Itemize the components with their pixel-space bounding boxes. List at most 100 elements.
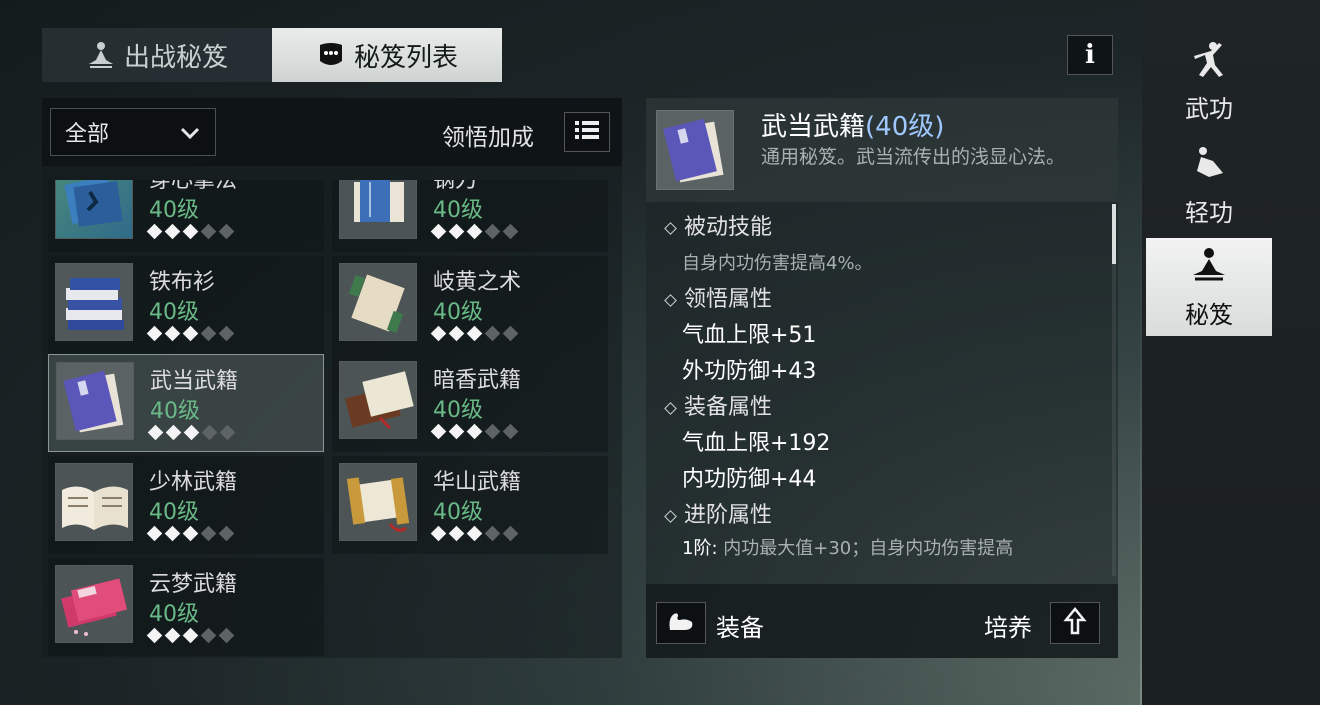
manual-level: 40级 [433,198,483,223]
book-cover-image [656,110,734,190]
star-filled-icon [183,424,200,441]
detail-attributes[interactable]: 被动技能 自身内功伤害提高4%。 领悟属性 气血上限+51 外功防御+43 装备… [646,210,1112,572]
star-rating [146,223,235,240]
star-filled-icon [182,525,199,542]
star-filled-icon [466,525,483,542]
scroll-thumb[interactable] [1112,204,1116,264]
list-icon [574,119,600,145]
section-heading: 进阶属性 [664,498,1112,534]
equip-button[interactable] [656,602,706,644]
star-rating [147,424,236,441]
manual-card[interactable]: 钢刀 40级 [332,180,608,252]
star-filled-icon [182,223,199,240]
star-filled-icon [146,325,163,342]
diamond-bullet-icon [664,401,677,415]
book-cover-image [339,180,417,239]
star-filled-icon [146,223,163,240]
detail-scrollbar[interactable] [1112,204,1116,576]
book-cover-image [56,362,134,440]
advance-line: 1阶: 内功最大值+30；自身内功伤害提高 [664,534,1112,564]
star-empty-icon [484,223,501,240]
star-empty-icon [200,525,217,542]
diamond-bullet-icon [664,509,677,523]
attribute-line: 外功防御+43 [682,359,817,384]
book-cover-image [339,361,417,439]
diamond-bullet-icon [664,221,677,235]
tab-label: 出战秘笈 [123,42,228,73]
star-filled-icon [182,325,199,342]
detail-header: 武当武籍(40级) 通用秘笈。武当流传出的浅显心法。 [646,98,1118,202]
train-label[interactable]: 培养 [984,608,1032,643]
manual-card-selected[interactable]: 武当武籍 40级 [48,354,324,452]
info-button[interactable]: i [1067,35,1113,75]
manual-card[interactable]: 岐黄之术 40级 [332,256,608,354]
star-filled-icon [448,325,465,342]
manual-card[interactable]: 云梦武籍 40级 [48,558,324,656]
star-filled-icon [466,423,483,440]
star-filled-icon [147,424,164,441]
star-empty-icon [218,627,235,644]
nav-label: 武功 [1185,94,1233,123]
meditation-icon [86,40,116,70]
book-cover-image [339,463,417,541]
nav-secret-manuals[interactable]: 秘笈 [1146,238,1272,336]
star-filled-icon [466,325,483,342]
star-empty-icon [502,325,519,342]
book-cover-image [339,263,417,341]
train-button[interactable] [1050,602,1100,644]
equip-label[interactable]: 装备 [716,608,764,643]
diamond-bullet-icon [664,293,677,307]
star-filled-icon [164,525,181,542]
manual-level: 40级 [149,300,199,325]
detail-description: 通用秘笈。武当流传出的浅显心法。 [761,146,1066,168]
star-empty-icon [218,325,235,342]
manual-name: 铁布衫 [149,270,216,295]
detail-title: 武当武籍(40级) [761,106,944,143]
star-filled-icon [430,223,447,240]
manual-card[interactable]: 穿心掌法 40级 [48,180,324,252]
meditation-icon [1189,245,1229,291]
star-filled-icon [448,223,465,240]
star-rating [146,627,235,644]
manual-card[interactable]: 暗香武籍 40级 [332,354,608,452]
tab-battle-manuals[interactable]: 出战秘笈 [42,28,272,82]
attribute-line: 气血上限+192 [682,431,831,456]
manual-level: 40级 [149,602,199,627]
star-empty-icon [200,325,217,342]
section-heading: 被动技能 [664,210,1112,246]
nav-label: 轻功 [1185,198,1233,227]
book-cover-image [55,565,133,643]
manual-name: 暗香武籍 [433,368,522,393]
list-view-button[interactable] [564,112,610,152]
star-filled-icon [430,423,447,440]
star-rating [146,325,235,342]
star-empty-icon [200,627,217,644]
section-heading: 领悟属性 [664,282,1112,318]
manual-card[interactable]: 华山武籍 40级 [332,456,608,554]
advance-tier: 1阶: [682,538,718,559]
manual-card[interactable]: 少林武籍 40级 [48,456,324,554]
star-filled-icon [164,325,181,342]
star-empty-icon [219,424,236,441]
category-dropdown[interactable]: 全部 [50,108,216,156]
section-title: 被动技能 [684,215,773,240]
nav-martial-arts[interactable]: 武功 [1146,32,1272,130]
star-empty-icon [502,525,519,542]
attribute-line: 内功防御+44 [682,467,817,492]
manual-card[interactable]: 铁布衫 40级 [48,256,324,354]
manual-name: 少林武籍 [149,470,238,495]
star-filled-icon [448,423,465,440]
nav-lightness-skill[interactable]: 轻功 [1146,136,1272,234]
manual-name: 岐黄之术 [433,270,522,295]
tab-manual-list[interactable]: 秘笈列表 [272,28,502,82]
star-empty-icon [200,223,217,240]
manual-grid[interactable]: 穿心掌法 40级 钢刀 40级 铁布衫 40级 岐黄之术 40级 武当武籍 40… [42,180,622,658]
manual-level: 40级 [149,500,199,525]
manual-name: 华山武籍 [433,470,522,495]
star-rating [146,525,235,542]
book-cover-image [55,263,133,341]
detail-name: 武当武籍 [761,112,866,142]
chevron-down-icon [179,123,201,148]
star-filled-icon [430,525,447,542]
star-rating [430,223,519,240]
